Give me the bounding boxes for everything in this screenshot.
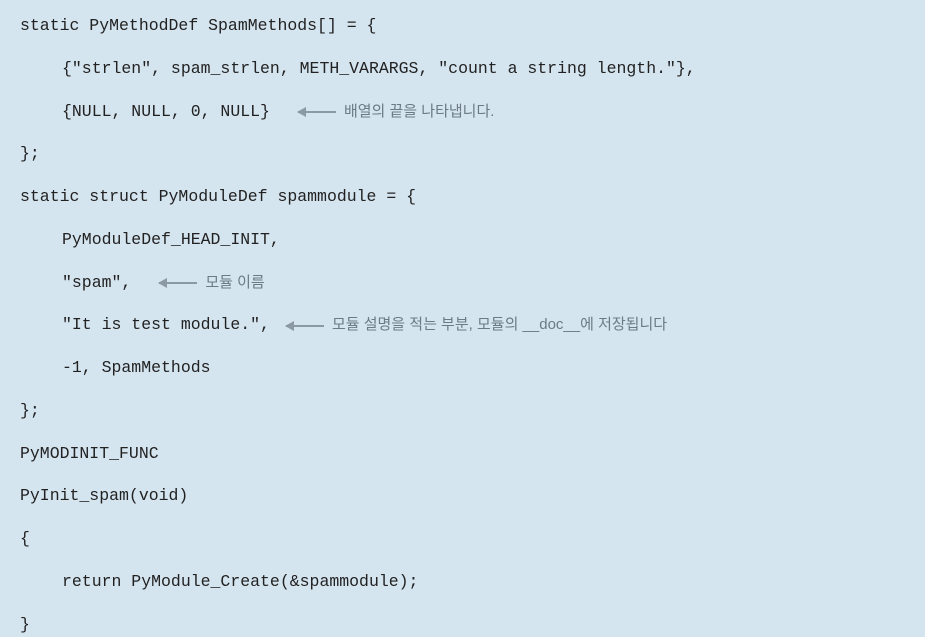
code-text: static PyMethodDef SpamMethods[] = { <box>20 14 376 39</box>
code-text: PyInit_spam(void) <box>20 484 188 509</box>
code-line-2: {"strlen", spam_strlen, METH_VARARGS, "c… <box>20 57 905 82</box>
annotation-text: 배열의 끝을 나타냅니다. <box>344 101 495 124</box>
code-line-10: }; <box>20 399 905 424</box>
annotation-module-doc: 모듈 설명을 적는 부분, 모듈의 __doc__에 저장됩니다 <box>286 314 667 337</box>
code-line-3: {NULL, NULL, 0, NULL} 배열의 끝을 나타냅니다. <box>20 100 905 125</box>
code-text: static struct PyModuleDef spammodule = { <box>20 185 416 210</box>
code-line-14: return PyModule_Create(&spammodule); <box>20 570 905 595</box>
annotation-array-end: 배열의 끝을 나타냅니다. <box>298 101 495 124</box>
code-line-8: "It is test module.", 모듈 설명을 적는 부분, 모듈의 … <box>20 313 905 338</box>
arrow-left-icon <box>298 111 336 113</box>
code-text: { <box>20 527 30 552</box>
code-text: PyMODINIT_FUNC <box>20 442 159 467</box>
code-text: -1, SpamMethods <box>62 356 211 381</box>
code-text: }; <box>20 399 40 424</box>
code-line-6: PyModuleDef_HEAD_INIT, <box>20 228 905 253</box>
code-text: {NULL, NULL, 0, NULL} <box>62 100 270 125</box>
code-line-4: }; <box>20 142 905 167</box>
code-text: "spam", <box>62 271 131 296</box>
annotation-module-name: 모듈 이름 <box>159 272 264 295</box>
arrow-left-icon <box>286 325 324 327</box>
code-line-9: -1, SpamMethods <box>20 356 905 381</box>
code-line-15: } <box>20 613 905 637</box>
code-text: return PyModule_Create(&spammodule); <box>62 570 418 595</box>
annotation-text: 모듈 설명을 적는 부분, 모듈의 __doc__에 저장됩니다 <box>332 314 667 337</box>
code-line-11: PyMODINIT_FUNC <box>20 442 905 467</box>
code-line-1: static PyMethodDef SpamMethods[] = { <box>20 14 905 39</box>
code-text: "It is test module.", <box>62 313 270 338</box>
arrow-left-icon <box>159 282 197 284</box>
code-text: PyModuleDef_HEAD_INIT, <box>62 228 280 253</box>
code-text: }; <box>20 142 40 167</box>
code-line-7: "spam", 모듈 이름 <box>20 271 905 296</box>
code-text: } <box>20 613 30 637</box>
code-text: {"strlen", spam_strlen, METH_VARARGS, "c… <box>62 57 696 82</box>
annotation-text: 모듈 이름 <box>205 272 264 295</box>
code-line-5: static struct PyModuleDef spammodule = { <box>20 185 905 210</box>
code-line-12: PyInit_spam(void) <box>20 484 905 509</box>
code-line-13: { <box>20 527 905 552</box>
